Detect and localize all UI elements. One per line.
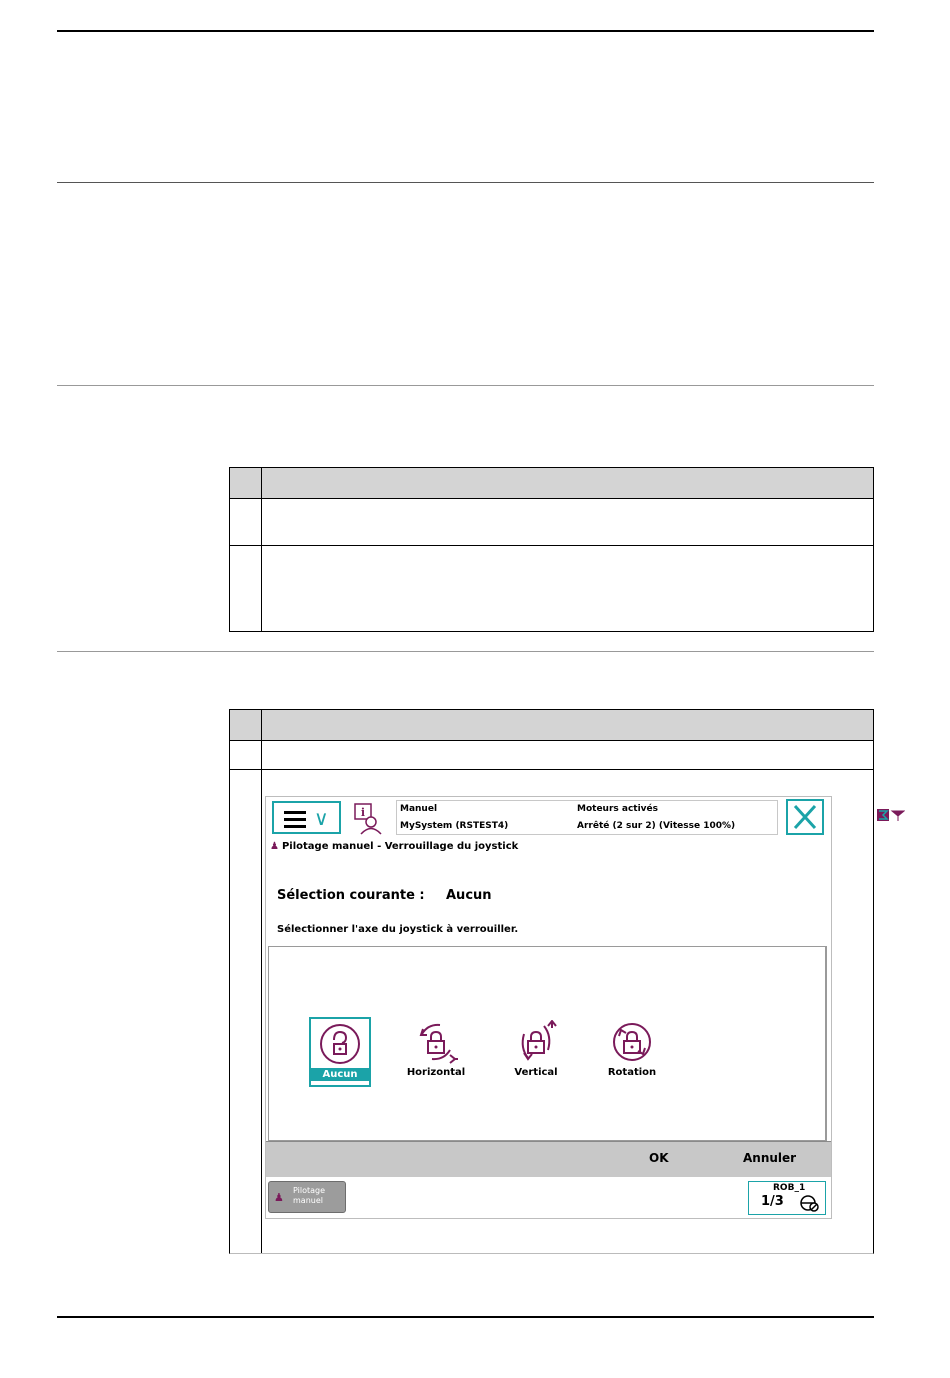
jog-icon: ♟	[274, 1191, 284, 1204]
table-column-divider	[261, 468, 262, 631]
option-label: Vertical	[514, 1067, 558, 1078]
speed-fraction: 1/3	[761, 1194, 784, 1209]
hamburger-icon	[284, 811, 306, 828]
robot-name: ROB_1	[773, 1183, 806, 1193]
close-button[interactable]	[786, 799, 824, 835]
section-rule-1	[57, 182, 874, 183]
step-table-1	[229, 467, 874, 632]
taskbar-button-label: Pilotage manuel	[293, 1186, 326, 1205]
option-vertical[interactable]: Vertical	[505, 1017, 567, 1087]
table-row-divider	[230, 769, 873, 770]
option-label: Horizontal	[406, 1067, 466, 1078]
event-log-icon[interactable]: i	[353, 803, 383, 835]
status-bar[interactable]: Manuel MySystem (RSTEST4) Moteurs activé…	[396, 800, 905, 835]
program-state: Arrêté (2 sur 2) (Vitesse 100%)	[577, 821, 736, 831]
section-rule-3	[57, 651, 874, 652]
lock-rotation-icon	[613, 1023, 651, 1061]
operating-mode: Manuel	[400, 804, 438, 814]
command-bar: OK Annuler	[266, 1141, 831, 1178]
option-rotation[interactable]: Rotation	[601, 1017, 663, 1087]
option-label: Aucun	[311, 1068, 369, 1081]
chevron-down-icon: ∨	[314, 806, 329, 830]
close-icon	[793, 804, 817, 830]
table-column-divider	[261, 710, 262, 1253]
ok-button[interactable]: OK	[649, 1151, 669, 1165]
bottom-rule	[57, 1316, 874, 1318]
current-selection-label: Sélection courante :	[277, 888, 425, 903]
option-label: Rotation	[607, 1067, 657, 1078]
window-title: ♟ Pilotage manuel - Verrouillage du joyst…	[270, 841, 519, 852]
unlocked-icon	[320, 1024, 360, 1064]
taskbar-jogging-button[interactable]: ♟ Pilotage manuel	[268, 1181, 346, 1213]
cancel-button[interactable]: Annuler	[743, 1151, 796, 1165]
option-horizontal[interactable]: Horizontal	[405, 1017, 467, 1087]
joystick-lock-panel: Aucun Horizontal Vertical Rotation	[268, 946, 827, 1141]
quickset-button[interactable]: ROB_1 1/3	[748, 1181, 826, 1215]
jog-icon: ♟	[270, 841, 279, 852]
flexpendant-screen: ∨ i Manuel MySystem (RSTEST4) Moteurs ac…	[265, 796, 905, 1219]
section-rule-2	[57, 385, 874, 386]
lock-horizontal-icon	[419, 1023, 458, 1064]
main-menu-button[interactable]: ∨	[272, 801, 341, 834]
svg-text:i: i	[361, 806, 365, 819]
table-row-divider	[230, 545, 873, 546]
increment-icon	[800, 1195, 819, 1212]
current-selection-value: Aucun	[446, 888, 492, 903]
option-aucun[interactable]: Aucun	[309, 1017, 371, 1087]
task-status-icon	[877, 809, 905, 821]
motors-state: Moteurs activés	[577, 804, 659, 814]
taskbar: ♟ Pilotage manuel ROB_1 1/3	[266, 1177, 831, 1218]
table-header	[230, 468, 873, 499]
lock-vertical-icon	[521, 1020, 557, 1061]
system-name: MySystem (RSTEST4)	[400, 821, 509, 831]
top-rule	[57, 30, 874, 32]
table-header	[230, 710, 873, 741]
instruction-text: Sélectionner l'axe du joystick à verroui…	[277, 924, 519, 935]
